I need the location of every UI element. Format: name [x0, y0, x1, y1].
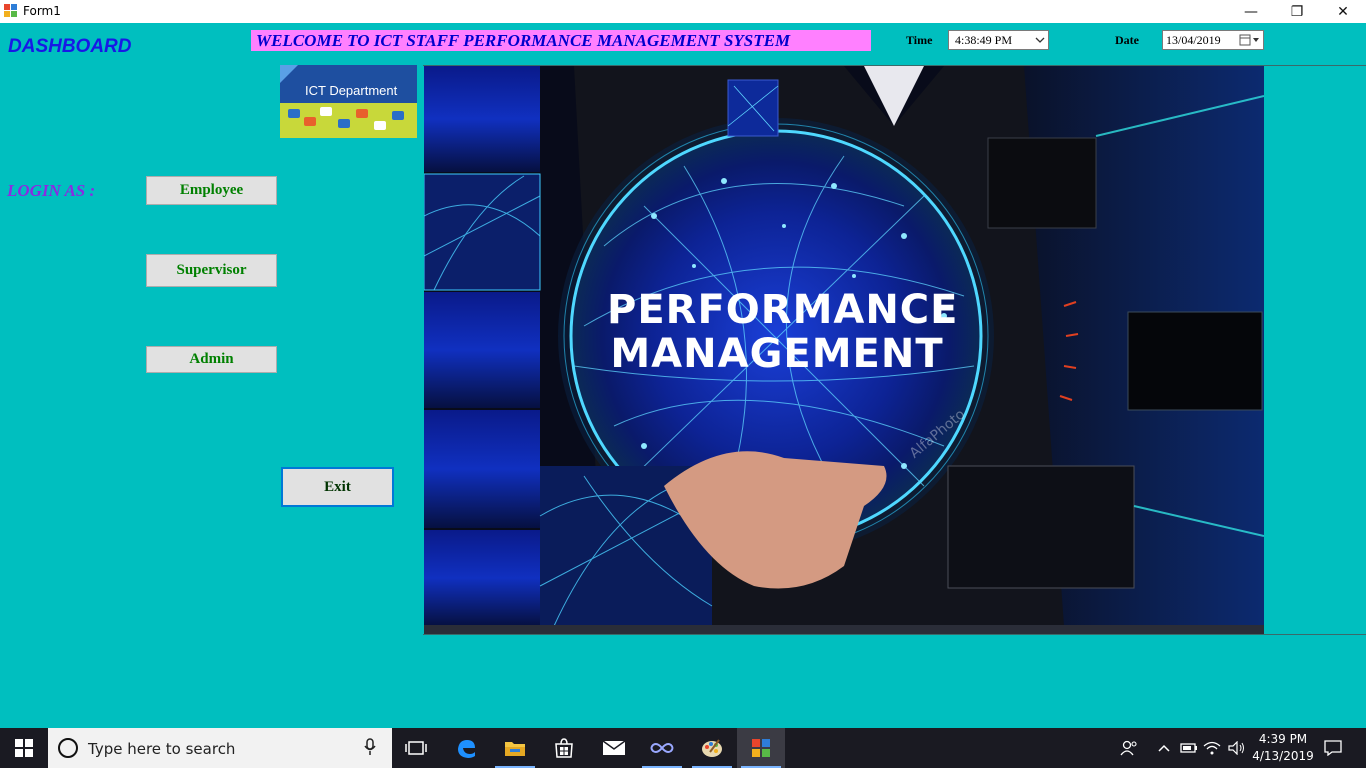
battery-icon[interactable] — [1180, 728, 1198, 768]
close-button[interactable]: ✕ — [1320, 0, 1366, 23]
volume-icon[interactable] — [1228, 728, 1246, 768]
calendar-icon[interactable] — [1237, 31, 1263, 49]
admin-button[interactable]: Admin — [146, 346, 277, 373]
ict-department-logo: ICT Department — [280, 65, 417, 138]
window-title: Form1 — [23, 4, 61, 18]
clock-time: 4:39 PM — [1258, 732, 1308, 746]
paint-palette-icon[interactable] — [688, 728, 736, 768]
taskbar-clock[interactable]: 4:39 PM 4/13/2019 — [1250, 731, 1316, 765]
clock-date: 4/13/2019 — [1252, 749, 1314, 763]
login-as-label: LOGIN AS : — [7, 181, 96, 200]
mail-icon[interactable] — [590, 728, 638, 768]
date-value: 13/04/2019 — [1166, 33, 1221, 47]
people-icon[interactable] — [1120, 728, 1138, 768]
dashboard-title: DASHBOARD — [8, 36, 132, 57]
edge-browser-icon[interactable] — [442, 728, 490, 768]
exit-button[interactable]: Exit — [281, 467, 394, 507]
time-value: 4:38:49 PM — [955, 33, 1013, 47]
file-explorer-icon[interactable] — [491, 728, 539, 768]
store-icon[interactable] — [540, 728, 588, 768]
microphone-icon[interactable] — [364, 738, 376, 761]
minimize-button[interactable]: — — [1228, 0, 1274, 23]
cortana-circle-icon — [58, 738, 78, 758]
picture-frame-bottom — [423, 634, 1366, 635]
task-view-icon[interactable] — [392, 728, 440, 768]
windows-logo-icon — [15, 739, 33, 757]
winforms-app-icon[interactable] — [737, 728, 785, 768]
employee-button[interactable]: Employee — [146, 176, 277, 205]
date-label: Date — [1115, 33, 1139, 47]
app-icon — [4, 4, 19, 19]
window-titlebar: Form1 — ❐ ✕ — [0, 0, 1366, 23]
banner-line-1: PERFORMANCE — [607, 287, 959, 333]
windows-taskbar: Type here to search 4:39 PM 4/13/2019 — [0, 728, 1366, 768]
action-center-icon[interactable] — [1324, 728, 1342, 768]
supervisor-button[interactable]: Supervisor — [146, 254, 277, 287]
wifi-icon[interactable] — [1203, 728, 1221, 768]
time-dropdown[interactable]: 4:38:49 PM — [948, 30, 1049, 50]
infinity-link-icon[interactable] — [638, 728, 686, 768]
taskbar-search-box[interactable]: Type here to search — [48, 728, 392, 768]
time-label: Time — [906, 33, 933, 47]
start-button[interactable] — [0, 728, 48, 768]
date-picker[interactable]: 13/04/2019 — [1162, 30, 1264, 50]
logo-text: ICT Department — [305, 83, 398, 98]
chevron-down-icon — [1031, 31, 1048, 49]
search-placeholder: Type here to search — [88, 740, 236, 758]
performance-management-image: PERFORMANCE MANAGEMENT AlfaPhoto — [424, 66, 1264, 634]
chevron-up-icon[interactable] — [1157, 728, 1171, 768]
banner-line-2: MANAGEMENT — [610, 331, 944, 377]
restore-button[interactable]: ❐ — [1274, 0, 1320, 23]
welcome-banner: WELCOME TO ICT STAFF PERFORMANCE MANAGEM… — [251, 30, 871, 51]
